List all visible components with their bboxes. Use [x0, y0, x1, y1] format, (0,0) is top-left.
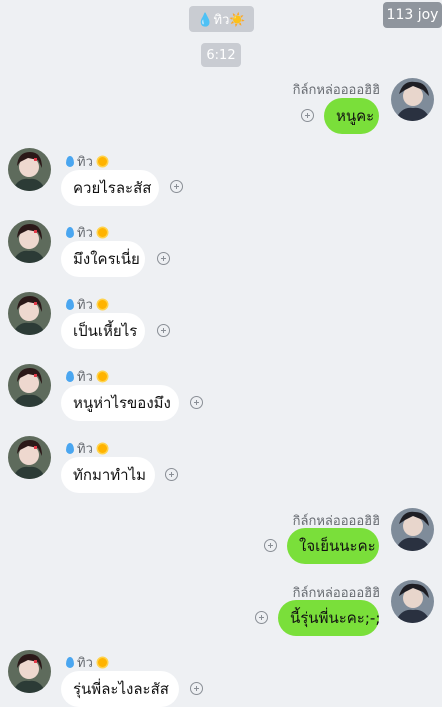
sender-name-text: ทิว	[77, 656, 93, 671]
avatar[interactable]	[8, 148, 51, 191]
avatar-image	[8, 436, 51, 479]
timestamp: 6:12	[201, 43, 241, 67]
sun-icon	[96, 656, 109, 669]
message-text: ทักมาทำไม	[73, 466, 147, 484]
droplet-icon	[66, 156, 74, 167]
sender-name-text: ทิว	[77, 442, 93, 457]
sun-icon	[96, 298, 109, 311]
avatar[interactable]	[391, 580, 434, 623]
message-bubble[interactable]: หนูห่าไรของมึง	[61, 385, 179, 421]
avatar[interactable]	[8, 650, 51, 693]
chat-title-pill: 💧ทิว☀️	[189, 6, 254, 32]
sender-name: ทิว	[66, 294, 109, 315]
message-bubble[interactable]: มึงใครเนี่ย	[61, 241, 145, 277]
avatar[interactable]	[391, 78, 434, 121]
message-bubble[interactable]: นี้รุ่นพี่นะคะ;-;	[278, 600, 381, 636]
add-reaction-icon[interactable]	[157, 324, 170, 337]
message-bubble[interactable]: เป็นเหี้ยไร	[61, 313, 145, 349]
sender-name: ทิว	[66, 438, 109, 459]
avatar[interactable]	[391, 508, 434, 551]
message-text: หนูคะ	[336, 107, 375, 125]
message-bubble[interactable]: ทักมาทำไม	[61, 457, 155, 493]
message-text: ใจเย็นนะคะ	[299, 537, 376, 555]
avatar[interactable]	[8, 364, 51, 407]
add-reaction-icon[interactable]	[301, 109, 314, 122]
avatar-image	[8, 292, 51, 335]
timestamp-label: 6:12	[206, 47, 236, 63]
avatar-image	[8, 364, 51, 407]
message-text: ควยไรละสัส	[73, 179, 152, 197]
droplet-icon	[66, 371, 74, 382]
avatar-image	[391, 78, 434, 121]
avatar-image	[8, 148, 51, 191]
avatar[interactable]	[8, 220, 51, 263]
sun-icon	[96, 370, 109, 383]
message-text: มึงใครเนี่ย	[73, 250, 140, 268]
sun-icon	[96, 226, 109, 239]
add-reaction-icon[interactable]	[190, 682, 203, 695]
message-bubble[interactable]: ใจเย็นนะคะ	[287, 528, 379, 564]
sender-name-text: ทิว	[77, 155, 93, 170]
sender-name-text: ทิว	[77, 298, 93, 313]
add-reaction-icon[interactable]	[264, 539, 277, 552]
droplet-icon	[66, 227, 74, 238]
message-text: รุ่นพี่ละไงละสัส	[73, 680, 169, 698]
add-reaction-icon[interactable]	[255, 611, 268, 624]
sun-icon	[96, 155, 109, 168]
sender-name: ทิว	[66, 366, 109, 387]
chat-title: 💧ทิว☀️	[197, 12, 246, 28]
message-bubble[interactable]: รุ่นพี่ละไงละสัส	[61, 671, 179, 707]
sender-name: ทิว	[66, 151, 109, 172]
sender-name: กิล์กหล่ออออฮิฮิ	[292, 83, 380, 98]
add-reaction-icon[interactable]	[157, 252, 170, 265]
avatar[interactable]	[8, 292, 51, 335]
unread-counter[interactable]: 113 joy	[383, 2, 442, 28]
sender-name: ทิว	[66, 652, 109, 673]
avatar[interactable]	[8, 436, 51, 479]
avatar-image	[8, 650, 51, 693]
avatar-image	[391, 580, 434, 623]
message-bubble[interactable]: หนูคะ	[324, 98, 379, 134]
sender-name-text: ทิว	[77, 370, 93, 385]
avatar-image	[8, 220, 51, 263]
add-reaction-icon[interactable]	[170, 180, 183, 193]
droplet-icon	[66, 299, 74, 310]
sender-name-text: ทิว	[77, 226, 93, 241]
message-text: เป็นเหี้ยไร	[73, 322, 138, 340]
add-reaction-icon[interactable]	[165, 468, 178, 481]
message-text: นี้รุ่นพี่นะคะ;-;	[290, 609, 381, 627]
avatar-image	[391, 508, 434, 551]
droplet-icon	[66, 443, 74, 454]
message-bubble[interactable]: ควยไรละสัส	[61, 170, 159, 206]
sun-icon	[96, 442, 109, 455]
unread-counter-label: 113 joy	[386, 7, 439, 23]
message-text: หนูห่าไรของมึง	[73, 394, 171, 412]
sender-name: ทิว	[66, 222, 109, 243]
add-reaction-icon[interactable]	[190, 396, 203, 409]
droplet-icon	[66, 657, 74, 668]
